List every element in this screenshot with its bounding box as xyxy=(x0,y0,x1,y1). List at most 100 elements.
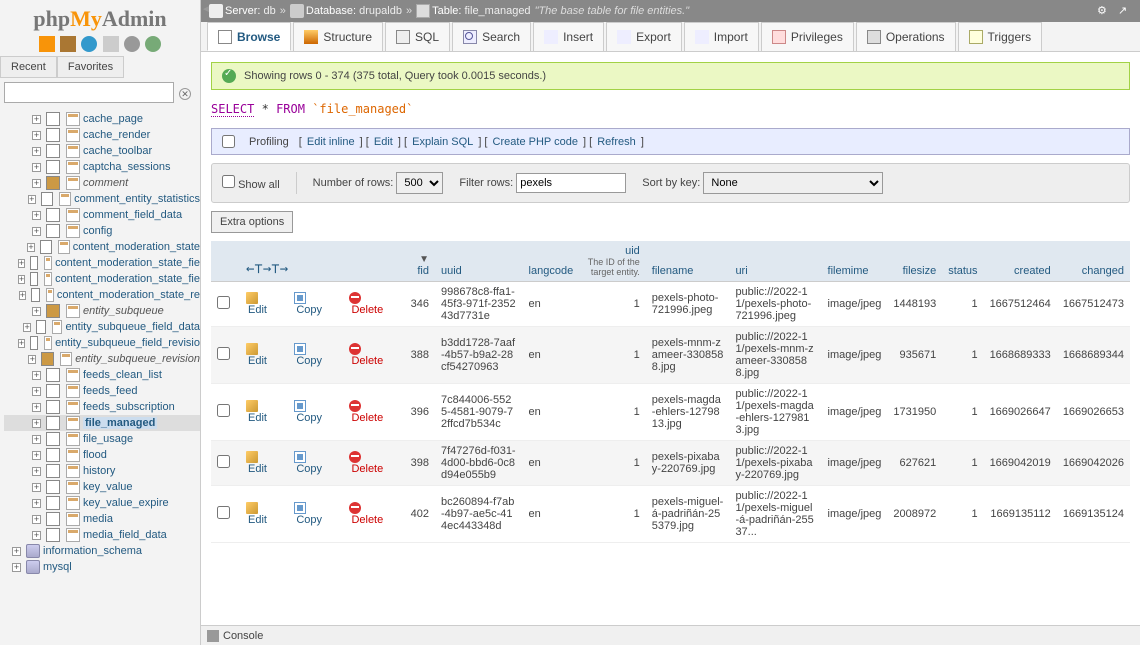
reload-icon[interactable] xyxy=(145,36,161,52)
expand-icon[interactable]: + xyxy=(19,291,26,300)
browse-icon[interactable] xyxy=(46,128,60,142)
tree-item-flood[interactable]: +flood xyxy=(4,447,200,463)
tab-export[interactable]: Export xyxy=(606,22,682,51)
col-filename[interactable]: filename xyxy=(652,265,694,277)
expand-icon[interactable]: + xyxy=(28,355,36,364)
expand-icon[interactable]: + xyxy=(12,563,21,572)
filter-rows-input[interactable] xyxy=(516,173,626,193)
settings-icon[interactable] xyxy=(124,36,140,52)
delete-link[interactable]: Delete xyxy=(351,463,383,475)
browse-icon[interactable] xyxy=(46,368,60,382)
expand-icon[interactable]: + xyxy=(32,499,41,508)
edit-link[interactable]: Edit xyxy=(248,304,267,316)
collapse-panel-icon[interactable]: ◄ xyxy=(201,4,211,15)
col-uid[interactable]: uid xyxy=(625,245,640,257)
delete-link[interactable]: Delete xyxy=(351,355,383,367)
tab-structure[interactable]: Structure xyxy=(293,22,383,51)
console-bar[interactable]: Console xyxy=(201,625,1140,645)
tab-browse[interactable]: Browse xyxy=(207,22,291,51)
expand-icon[interactable]: + xyxy=(27,243,35,252)
row-checkbox[interactable] xyxy=(217,296,230,309)
col-uri[interactable]: uri xyxy=(735,265,747,277)
copy-link[interactable]: Copy xyxy=(296,412,322,424)
tree-item-content_moderation_state[interactable]: +content_moderation_state xyxy=(4,239,200,255)
expand-icon[interactable]: + xyxy=(32,435,41,444)
col-created[interactable]: created xyxy=(1014,265,1051,277)
profiling-checkbox[interactable] xyxy=(222,135,235,148)
tree-item-feeds_clean_list[interactable]: +feeds_clean_list xyxy=(4,367,200,383)
browse-icon[interactable] xyxy=(46,448,60,462)
browse-icon[interactable] xyxy=(46,496,60,510)
tree-item-entity_subqueue_field_revisio[interactable]: +entity_subqueue_field_revisio xyxy=(4,335,200,351)
tab-search[interactable]: Search xyxy=(452,22,531,51)
breadcrumb-db[interactable]: drupaldb xyxy=(359,5,402,17)
delete-link[interactable]: Delete xyxy=(351,412,383,424)
tree-item-cache_page[interactable]: +cache_page xyxy=(4,111,200,127)
expand-icon[interactable]: + xyxy=(18,339,25,348)
nav-arrows[interactable]: ←⊤→⊤→ xyxy=(246,261,288,277)
delete-link[interactable]: Delete xyxy=(351,304,383,316)
expand-icon[interactable]: + xyxy=(32,163,41,172)
explain-sql-link[interactable]: Explain SQL xyxy=(412,136,473,148)
tab-privileges[interactable]: Privileges xyxy=(761,22,854,51)
col-status[interactable]: status xyxy=(948,265,977,277)
tree-item-file_usage[interactable]: +file_usage xyxy=(4,431,200,447)
expand-icon[interactable]: + xyxy=(18,275,25,284)
extra-options-button[interactable]: Extra options xyxy=(211,211,293,233)
col-fid[interactable]: fid xyxy=(417,265,429,277)
expand-icon[interactable]: + xyxy=(32,403,41,412)
show-all-checkbox[interactable] xyxy=(222,175,235,188)
nav-tab-recent[interactable]: Recent xyxy=(0,56,57,78)
browse-icon[interactable] xyxy=(31,288,39,302)
browse-icon[interactable] xyxy=(30,256,38,270)
browse-icon[interactable] xyxy=(46,160,60,174)
expand-icon[interactable]: + xyxy=(18,259,25,268)
expand-icon[interactable]: + xyxy=(32,419,41,428)
row-checkbox[interactable] xyxy=(217,455,230,468)
tree-item-config[interactable]: +config xyxy=(4,223,200,239)
expand-icon[interactable]: + xyxy=(32,451,41,460)
tab-sql[interactable]: SQL xyxy=(385,22,450,51)
browse-icon[interactable] xyxy=(30,336,38,350)
tree-item-captcha_sessions[interactable]: +captcha_sessions xyxy=(4,159,200,175)
browse-icon[interactable] xyxy=(46,208,60,222)
browse-icon[interactable] xyxy=(46,528,60,542)
sql-icon[interactable] xyxy=(103,36,119,52)
browse-icon[interactable] xyxy=(46,512,60,526)
expand-icon[interactable]: + xyxy=(32,131,41,140)
edit-inline-link[interactable]: Edit inline xyxy=(307,136,355,148)
breadcrumb-server[interactable]: db xyxy=(264,5,276,17)
page-exit-icon[interactable]: ↗ xyxy=(1118,4,1132,18)
nav-tab-favorites[interactable]: Favorites xyxy=(57,56,124,78)
col-filesize[interactable]: filesize xyxy=(903,265,937,277)
tree-item-file_managed[interactable]: +file_managed xyxy=(4,415,200,431)
expand-icon[interactable]: + xyxy=(32,483,41,492)
tree-item-cache_toolbar[interactable]: +cache_toolbar xyxy=(4,143,200,159)
tree-item-feeds_feed[interactable]: +feeds_feed xyxy=(4,383,200,399)
expand-icon[interactable]: + xyxy=(32,227,41,236)
edit-link[interactable]: Edit xyxy=(374,136,393,148)
nav-filter-input[interactable] xyxy=(4,82,174,103)
tab-operations[interactable]: Operations xyxy=(856,22,956,51)
tree-item-comment_entity_statistics[interactable]: +comment_entity_statistics xyxy=(4,191,200,207)
browse-icon[interactable] xyxy=(30,272,38,286)
tree-item-comment[interactable]: +comment xyxy=(4,175,200,191)
expand-icon[interactable]: + xyxy=(32,211,41,220)
copy-link[interactable]: Copy xyxy=(296,304,322,316)
nav-tree[interactable]: +cache_page+cache_render+cache_toolbar+c… xyxy=(0,107,200,645)
edit-link[interactable]: Edit xyxy=(248,514,267,526)
copy-link[interactable]: Copy xyxy=(296,514,322,526)
sort-key-select[interactable]: None xyxy=(703,172,883,194)
expand-icon[interactable]: + xyxy=(32,371,41,380)
edit-link[interactable]: Edit xyxy=(248,355,267,367)
browse-icon[interactable] xyxy=(46,464,60,478)
expand-icon[interactable]: + xyxy=(12,547,21,556)
copy-link[interactable]: Copy xyxy=(296,355,322,367)
tree-item-information_schema[interactable]: +information_schema xyxy=(4,543,200,559)
expand-icon[interactable]: + xyxy=(32,531,41,540)
copy-link[interactable]: Copy xyxy=(296,463,322,475)
tree-item-media_field_data[interactable]: +media_field_data xyxy=(4,527,200,543)
expand-icon[interactable]: + xyxy=(32,115,41,124)
refresh-link[interactable]: Refresh xyxy=(597,136,636,148)
home-icon[interactable] xyxy=(39,36,55,52)
